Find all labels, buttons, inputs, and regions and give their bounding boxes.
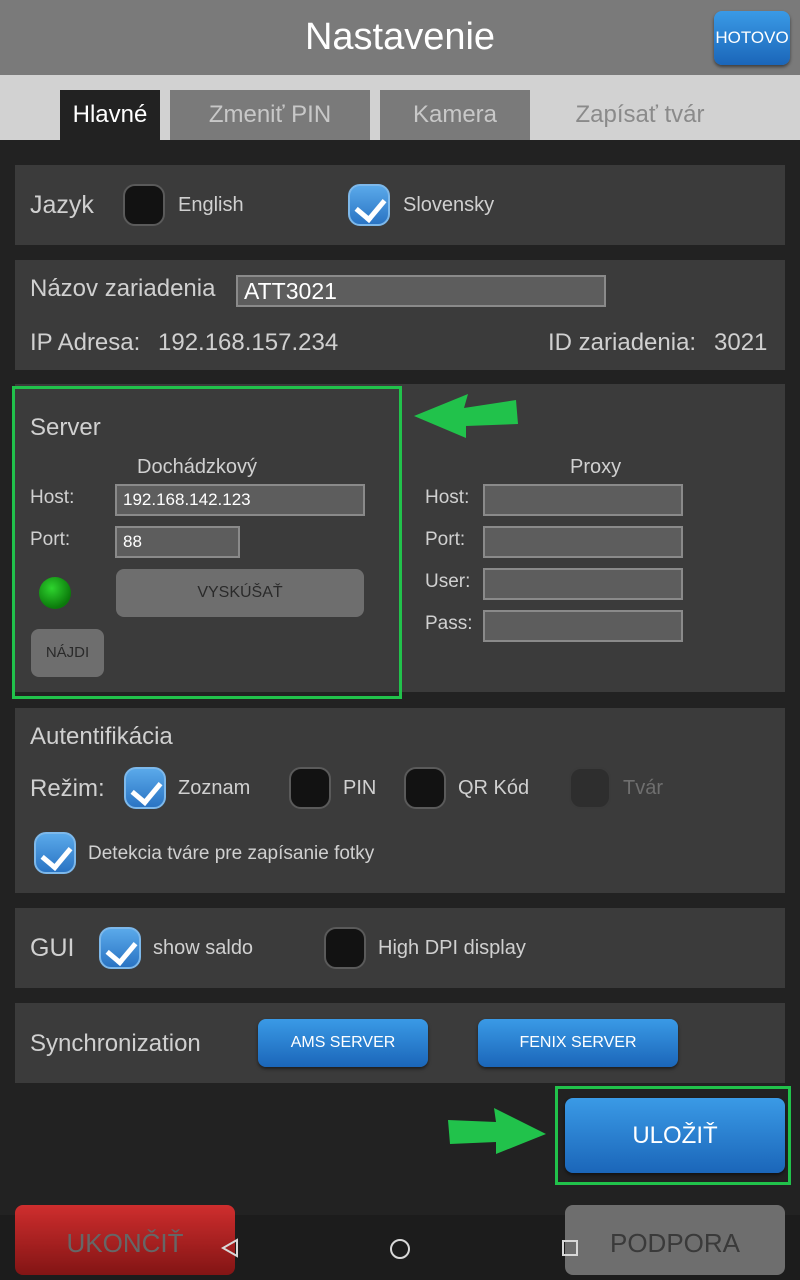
- tab-camera[interactable]: Kamera: [380, 90, 530, 140]
- mode-list-label: Zoznam: [178, 777, 251, 799]
- high-dpi-checkbox[interactable]: [324, 927, 366, 969]
- mode-qr-label: QR Kód: [458, 777, 530, 799]
- port-input[interactable]: 88: [115, 526, 240, 558]
- device-name-input[interactable]: ATT3021: [236, 275, 606, 307]
- proxy-port-label: Port:: [425, 529, 466, 550]
- face-detect-label: Detekcia tváre pre zapísanie fotky: [88, 843, 375, 864]
- server-title: Server: [30, 414, 101, 441]
- proxy-user-label: User:: [425, 571, 471, 592]
- find-server-button[interactable]: NÁJDI: [31, 629, 104, 677]
- proxy-pass-label: Pass:: [425, 613, 473, 634]
- face-detect-checkbox[interactable]: [34, 832, 76, 874]
- sync-label: Synchronization: [30, 1030, 201, 1057]
- test-connection-button[interactable]: VYSKÚŠAŤ: [116, 569, 364, 617]
- attendance-title: Dochádzkový: [137, 456, 258, 478]
- slovak-checkbox[interactable]: [348, 184, 390, 226]
- exit-button[interactable]: UKONČIŤ: [15, 1205, 235, 1275]
- tab-enroll-face[interactable]: Zapísať tvár: [540, 90, 740, 140]
- device-id-value: 3021: [714, 329, 768, 356]
- language-label: Jazyk: [30, 191, 94, 219]
- proxy-pass-input[interactable]: [483, 610, 683, 642]
- mode-pin-label: PIN: [343, 777, 377, 799]
- host-label: Host:: [30, 487, 75, 508]
- port-label: Port:: [30, 529, 71, 550]
- done-button[interactable]: HOTOVO: [714, 11, 790, 65]
- settings-screen: Nastavenie HOTOVO Hlavné Zmeniť PIN Kame…: [0, 0, 800, 1280]
- fenix-server-button[interactable]: FENIX SERVER: [478, 1019, 678, 1067]
- host-input[interactable]: 192.168.142.123: [115, 484, 365, 516]
- page-title: Nastavenie: [304, 16, 496, 58]
- support-button[interactable]: PODPORA: [565, 1205, 785, 1275]
- back-icon[interactable]: [219, 1237, 241, 1259]
- mode-face-label: Tvár: [623, 777, 663, 799]
- tab-main[interactable]: Hlavné: [60, 90, 160, 140]
- ip-address-value: 192.168.157.234: [158, 329, 339, 356]
- device-name-label: Názov zariadenia: [30, 275, 216, 302]
- slovak-label: Slovensky: [403, 194, 495, 216]
- mode-pin-checkbox[interactable]: [289, 767, 331, 809]
- auth-title: Autentifikácia: [30, 723, 173, 750]
- show-saldo-checkbox[interactable]: [99, 927, 141, 969]
- proxy-user-input[interactable]: [483, 568, 683, 600]
- recents-icon[interactable]: [560, 1238, 580, 1258]
- save-button[interactable]: ULOŽIŤ: [565, 1098, 785, 1173]
- proxy-host-input[interactable]: [483, 484, 683, 516]
- proxy-title: Proxy: [570, 456, 622, 478]
- high-dpi-label: High DPI display: [378, 937, 526, 959]
- ams-server-button[interactable]: AMS SERVER: [258, 1019, 428, 1067]
- english-checkbox[interactable]: [123, 184, 165, 226]
- device-id-label: ID zariadenia:: [548, 329, 697, 356]
- show-saldo-label: show saldo: [153, 937, 254, 959]
- gui-label: GUI: [30, 934, 75, 962]
- proxy-port-input[interactable]: [483, 526, 683, 558]
- proxy-host-label: Host:: [425, 487, 470, 508]
- english-label: English: [178, 194, 244, 216]
- arrow-right-icon: [448, 1108, 546, 1154]
- mode-qr-checkbox[interactable]: [404, 767, 446, 809]
- ip-address-label: IP Adresa:: [30, 329, 141, 356]
- arrow-left-icon: [414, 394, 518, 438]
- tab-change-pin[interactable]: Zmeniť PIN: [170, 90, 370, 140]
- mode-list-checkbox[interactable]: [124, 767, 166, 809]
- mode-face-checkbox: [569, 767, 611, 809]
- home-icon[interactable]: [388, 1237, 412, 1261]
- auth-mode-label: Režim:: [30, 775, 105, 802]
- connection-status-led: [39, 577, 71, 609]
